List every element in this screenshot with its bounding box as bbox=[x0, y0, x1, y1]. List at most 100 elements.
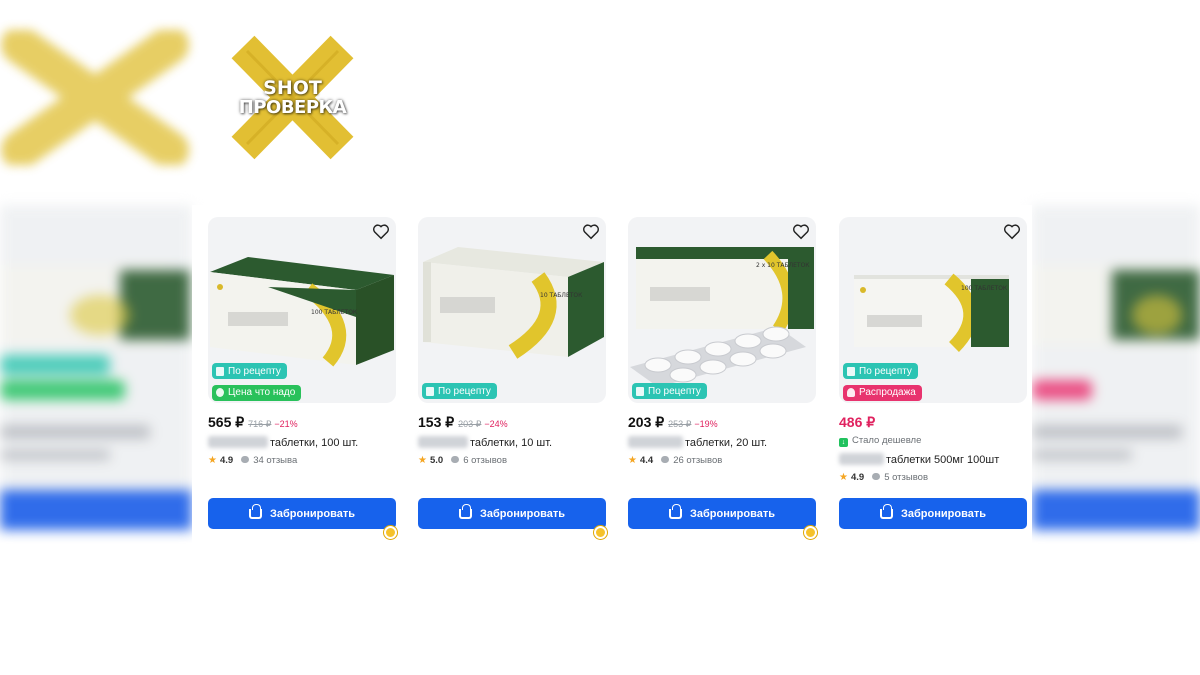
favorite-heart-icon[interactable] bbox=[372, 223, 390, 241]
book-button[interactable]: Забронировать bbox=[839, 498, 1027, 529]
product-name[interactable]: таблетки, 20 шт. bbox=[628, 436, 767, 449]
product-image[interactable]: 10 ТАБЛЕТОК По рецепту bbox=[418, 217, 606, 403]
favorite-heart-icon[interactable] bbox=[582, 223, 600, 241]
product-card[interactable]: 10 ТАБЛЕТОК По рецепту 153 ₽203 ₽ −24% та… bbox=[418, 217, 607, 539]
blurred-background-right bbox=[1032, 205, 1200, 545]
badge-sale: Распродажа bbox=[843, 384, 922, 401]
badge-prescription: По рецепту bbox=[422, 383, 497, 399]
badge-prescription: По рецепту bbox=[632, 383, 707, 399]
reviews-count: 6 отзывов bbox=[463, 455, 507, 466]
star-icon: ★ bbox=[208, 455, 217, 466]
badge-label: По рецепту bbox=[228, 365, 281, 377]
book-button[interactable]: Забронировать bbox=[628, 498, 816, 529]
comment-icon bbox=[872, 473, 881, 480]
price-row: 486 ₽ bbox=[839, 414, 875, 432]
price-drop-label: Стало дешевле bbox=[852, 435, 922, 446]
star-icon: ★ bbox=[628, 455, 637, 466]
bonus-coin-icon bbox=[594, 526, 607, 539]
badge-label: Распродажа bbox=[859, 387, 916, 398]
reviews-count: 5 отзывов bbox=[884, 472, 928, 483]
rating-row[interactable]: ★ 5.0 6 отзывов bbox=[418, 455, 507, 466]
badge-prescription: По рецепту bbox=[212, 363, 287, 379]
pack-label: 100 ТАБЛЕТОК bbox=[961, 285, 1008, 292]
pack-label: 10 ТАБЛЕТОК bbox=[540, 292, 583, 299]
badge-list: По рецепту bbox=[632, 379, 707, 401]
rating-row[interactable]: ★ 4.9 34 отзыва bbox=[208, 455, 297, 466]
shot-proverka-logo: SHOT ПРОВЕРКА bbox=[225, 35, 360, 160]
pack-label: 2 x 10 ТАБЛЕТОК bbox=[756, 262, 810, 269]
blurred-brand-name bbox=[208, 436, 268, 448]
product-image[interactable]: 2 x 10 ТАБЛЕТОК По рецепту bbox=[628, 217, 816, 403]
rating-row[interactable]: ★ 4.9 5 отзывов bbox=[839, 472, 928, 483]
price: 153 ₽ bbox=[418, 414, 455, 430]
badge-list: По рецепту bbox=[422, 379, 497, 401]
price: 565 ₽ bbox=[208, 414, 245, 430]
book-button-label: Забронировать bbox=[690, 507, 775, 520]
price: 203 ₽ bbox=[628, 414, 665, 430]
comment-icon bbox=[451, 456, 460, 463]
blurred-brand-name bbox=[628, 436, 683, 448]
blurred-brand-name bbox=[418, 436, 468, 448]
rating-value: 4.9 bbox=[850, 472, 865, 483]
product-image[interactable]: 100 ТАБЛЕТОК По рецепту Цена что надо bbox=[208, 217, 396, 403]
medicine-box-image bbox=[423, 247, 604, 359]
pack-label: 100 ТАБЛЕТОК bbox=[311, 309, 358, 316]
rating-row[interactable]: ★ 4.4 26 отзывов bbox=[628, 455, 722, 466]
price-row: 203 ₽253 ₽ −19% bbox=[628, 414, 718, 432]
product-name[interactable]: таблетки 500мг 100шт bbox=[839, 453, 999, 466]
product-name-text: таблетки, 100 шт. bbox=[270, 437, 359, 449]
rating-value: 4.9 bbox=[219, 455, 234, 466]
badge-label: Цена что надо bbox=[228, 387, 296, 398]
product-name[interactable]: таблетки, 100 шт. bbox=[208, 436, 358, 449]
basket-icon bbox=[459, 503, 472, 519]
price-drop-note: ↓ Стало дешевле bbox=[839, 435, 921, 447]
blurred-brand-name bbox=[839, 453, 884, 465]
book-button-label: Забронировать bbox=[901, 507, 986, 520]
basket-icon bbox=[880, 503, 893, 519]
product-card[interactable]: 2 x 10 ТАБЛЕТОК По рецепту 203 ₽253 ₽ −19… bbox=[628, 217, 817, 539]
rating-value: 5.0 bbox=[429, 455, 444, 466]
bonus-coin-icon bbox=[804, 526, 817, 539]
favorite-heart-icon[interactable] bbox=[1003, 223, 1021, 241]
discount: −19% bbox=[694, 419, 718, 429]
reviews-count: 26 отзывов bbox=[673, 455, 723, 466]
arrow-down-icon: ↓ bbox=[839, 438, 848, 447]
product-card[interactable]: 100 ТАБЛЕТОК По рецепту Цена что надо 56… bbox=[208, 217, 397, 539]
price: 486 ₽ bbox=[839, 414, 876, 430]
medicine-box-image bbox=[630, 247, 814, 387]
rating-value: 4.4 bbox=[639, 455, 654, 466]
logo-line-shot: SHOT bbox=[263, 77, 322, 99]
product-listing: 100 ТАБЛЕТОК По рецепту Цена что надо 56… bbox=[192, 205, 1032, 545]
badge-good-price: Цена что надо bbox=[212, 384, 302, 401]
product-name-text: таблетки, 10 шт. bbox=[470, 437, 553, 449]
discount: −24% bbox=[484, 419, 508, 429]
product-name[interactable]: таблетки, 10 шт. bbox=[418, 436, 552, 449]
product-name-text: таблетки 500мг 100шт bbox=[886, 454, 1000, 466]
star-icon: ★ bbox=[418, 455, 427, 466]
blurred-background-left bbox=[0, 205, 192, 545]
star-icon: ★ bbox=[839, 472, 848, 483]
discount: −21% bbox=[274, 419, 298, 429]
badge-list: По рецепту Распродажа bbox=[843, 359, 922, 402]
book-button-label: Забронировать bbox=[270, 507, 355, 520]
basket-icon bbox=[249, 503, 262, 519]
basket-icon bbox=[669, 503, 682, 519]
ghost-logo bbox=[1, 30, 189, 165]
price-row: 565 ₽716 ₽ −21% bbox=[208, 414, 298, 432]
product-name-text: таблетки, 20 шт. bbox=[685, 437, 768, 449]
badge-label: По рецепту bbox=[859, 365, 912, 377]
product-image[interactable]: 100 ТАБЛЕТОК По рецепту Распродажа bbox=[839, 217, 1027, 403]
book-button[interactable]: Забронировать bbox=[208, 498, 396, 529]
badge-list: По рецепту Цена что надо bbox=[212, 359, 302, 402]
reviews-count: 34 отзыва bbox=[253, 455, 298, 466]
old-price: 253 ₽ bbox=[668, 419, 692, 429]
old-price: 203 ₽ bbox=[458, 419, 482, 429]
badge-label: По рецепту bbox=[438, 385, 491, 397]
logo-line-proverka: ПРОВЕРКА bbox=[238, 97, 347, 118]
price-row: 153 ₽203 ₽ −24% bbox=[418, 414, 508, 432]
favorite-heart-icon[interactable] bbox=[792, 223, 810, 241]
product-card[interactable]: 100 ТАБЛЕТОК По рецепту Распродажа 486 ₽… bbox=[839, 217, 1027, 537]
book-button[interactable]: Забронировать bbox=[418, 498, 606, 529]
comment-icon bbox=[661, 456, 670, 463]
book-button-label: Забронировать bbox=[480, 507, 565, 520]
